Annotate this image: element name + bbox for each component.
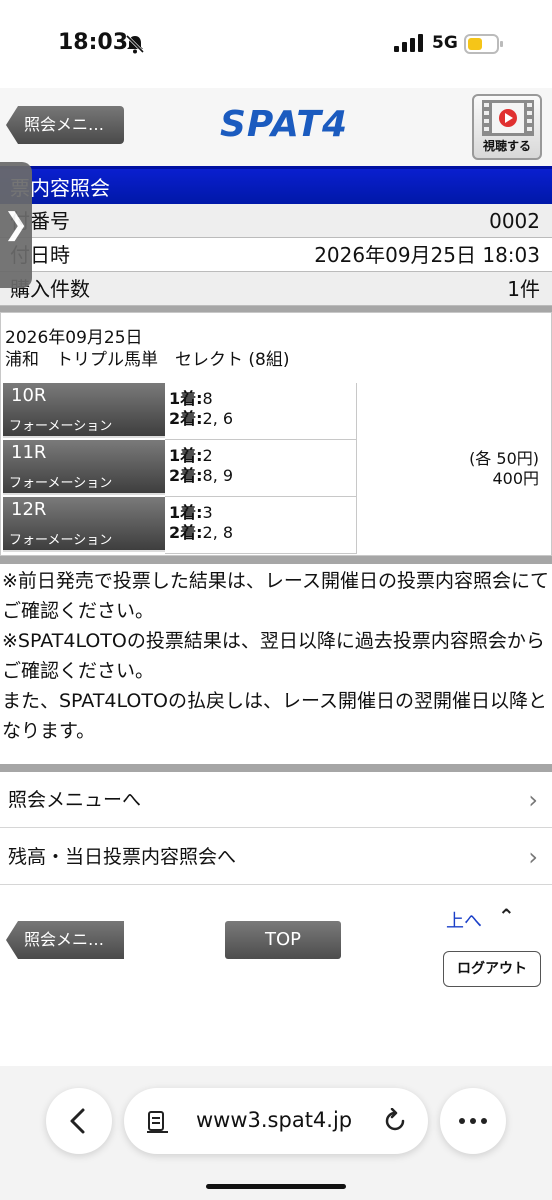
unit-price: (各 50円) [469, 449, 539, 468]
race-number: 12R [11, 499, 47, 520]
watch-video-button[interactable]: 視聴する [472, 94, 542, 160]
info-value: 0002 [489, 209, 540, 233]
first-place-value: 3 [202, 503, 213, 522]
browser-toolbar: www3.spat4.jp [0, 1066, 552, 1200]
second-place-label: 2着: [169, 523, 203, 542]
chevron-right-icon: ❯ [3, 207, 29, 242]
site-header: 照会メニ… SPAT4 視聴する [0, 88, 552, 166]
link-label: 照会メニューへ [8, 789, 142, 811]
watch-label: 視聴する [482, 139, 531, 153]
reload-icon[interactable] [382, 1108, 408, 1134]
info-value: 1件 [507, 277, 540, 301]
second-place-label: 2着: [169, 409, 203, 428]
bet-amount: (各 50円) 400円 [357, 383, 543, 555]
first-place-value: 8 [202, 389, 213, 408]
video-film-icon [482, 100, 534, 136]
second-place-label: 2着: [169, 466, 203, 485]
address-bar[interactable]: www3.spat4.jp [124, 1088, 428, 1154]
bet-method: フォーメーション [9, 533, 113, 548]
notice-line: ※前日発売で投票した結果は、レース開催日の投票内容照会にてご確認ください。 [2, 570, 549, 622]
bet-date: 2026年09月25日 [5, 328, 143, 348]
page-menu-icon [147, 1111, 168, 1133]
race-number: 10R [11, 385, 47, 406]
bell-muted-icon [125, 34, 145, 54]
inquiry-menu-back-button[interactable]: 照会メニ… [6, 106, 124, 144]
bet-header: 2026年09月25日 浦和 トリプル馬単 セレクト (8組) [5, 327, 289, 371]
notice-line: ※SPAT4LOTOの投票結果は、翌日以降に過去投票内容照会からご確認ください。 [2, 630, 545, 682]
first-place-label: 1着: [169, 389, 203, 408]
logout-button[interactable]: ログアウト [443, 951, 541, 987]
first-place-label: 1着: [169, 446, 203, 465]
link-balance-today-inquiry[interactable]: 残高・当日投票内容照会へ › [0, 829, 552, 885]
home-indicator [206, 1184, 346, 1189]
bet-method: フォーメーション [9, 419, 113, 434]
info-row-receipt-number: 付番号 0002 [0, 204, 552, 238]
chevron-right-icon: › [528, 843, 538, 871]
top-button[interactable]: TOP [225, 921, 341, 959]
network-type: 5G [432, 33, 458, 53]
second-place-value: 2, 6 [202, 409, 234, 428]
total-amount: 400円 [492, 469, 539, 488]
race-combination: 1着:8 2着:2, 6 [165, 383, 357, 440]
first-place-value: 2 [202, 446, 213, 465]
chevron-up-icon[interactable]: ⌃ [498, 904, 515, 928]
divider [0, 764, 552, 772]
scroll-to-top-link[interactable]: 上へ [446, 907, 482, 933]
more-options-button[interactable] [440, 1088, 506, 1154]
cell-signal-icon [394, 34, 423, 52]
status-bar: 18:03 5G [0, 0, 552, 88]
race-combination: 1着:2 2着:8, 9 [165, 440, 357, 497]
back-button[interactable] [46, 1088, 112, 1154]
more-dots-icon [459, 1118, 487, 1124]
footer-inquiry-menu-back-button[interactable]: 照会メニ… [6, 921, 124, 959]
url-text: www3.spat4.jp [196, 1108, 353, 1132]
side-drawer-handle[interactable]: ❯ [0, 162, 32, 288]
first-place-label: 1着: [169, 503, 203, 522]
info-row-purchase-count: 購入件数 1件 [0, 272, 552, 306]
race-cell: 12R フォーメーション [3, 497, 165, 552]
chevron-left-icon [70, 1108, 85, 1134]
chevron-right-icon: › [528, 786, 538, 814]
clock: 18:03 [58, 30, 129, 55]
bet-detail: 2026年09月25日 浦和 トリプル馬単 セレクト (8組) 10R フォーメ… [0, 312, 552, 556]
race-combination: 1着:3 2着:2, 8 [165, 497, 357, 554]
notice-line: また、SPAT4LOTOの払戻しは、レース開催日の翌開催日以降となります。 [2, 690, 547, 742]
notice-text: ※前日発売で投票した結果は、レース開催日の投票内容照会にてご確認ください。 ※S… [2, 566, 550, 746]
link-inquiry-menu[interactable]: 照会メニューへ › [0, 772, 552, 828]
race-cell: 10R フォーメーション [3, 383, 165, 438]
info-value: 2026年09月25日 18:03 [314, 243, 540, 267]
spat4-logo[interactable]: SPAT4 [220, 104, 348, 145]
page-title: 票内容照会 [0, 166, 552, 204]
battery-icon [464, 34, 503, 54]
bet-type: 浦和 トリプル馬単 セレクト (8組) [5, 350, 290, 370]
race-cell: 11R フォーメーション [3, 440, 165, 495]
race-number: 11R [11, 442, 47, 463]
divider [0, 556, 552, 564]
second-place-value: 8, 9 [202, 466, 234, 485]
info-row-receipt-datetime: 付日時 2026年09月25日 18:03 [0, 238, 552, 272]
link-label: 残高・当日投票内容照会へ [8, 846, 237, 868]
second-place-value: 2, 8 [202, 523, 234, 542]
bet-method: フォーメーション [9, 476, 113, 491]
